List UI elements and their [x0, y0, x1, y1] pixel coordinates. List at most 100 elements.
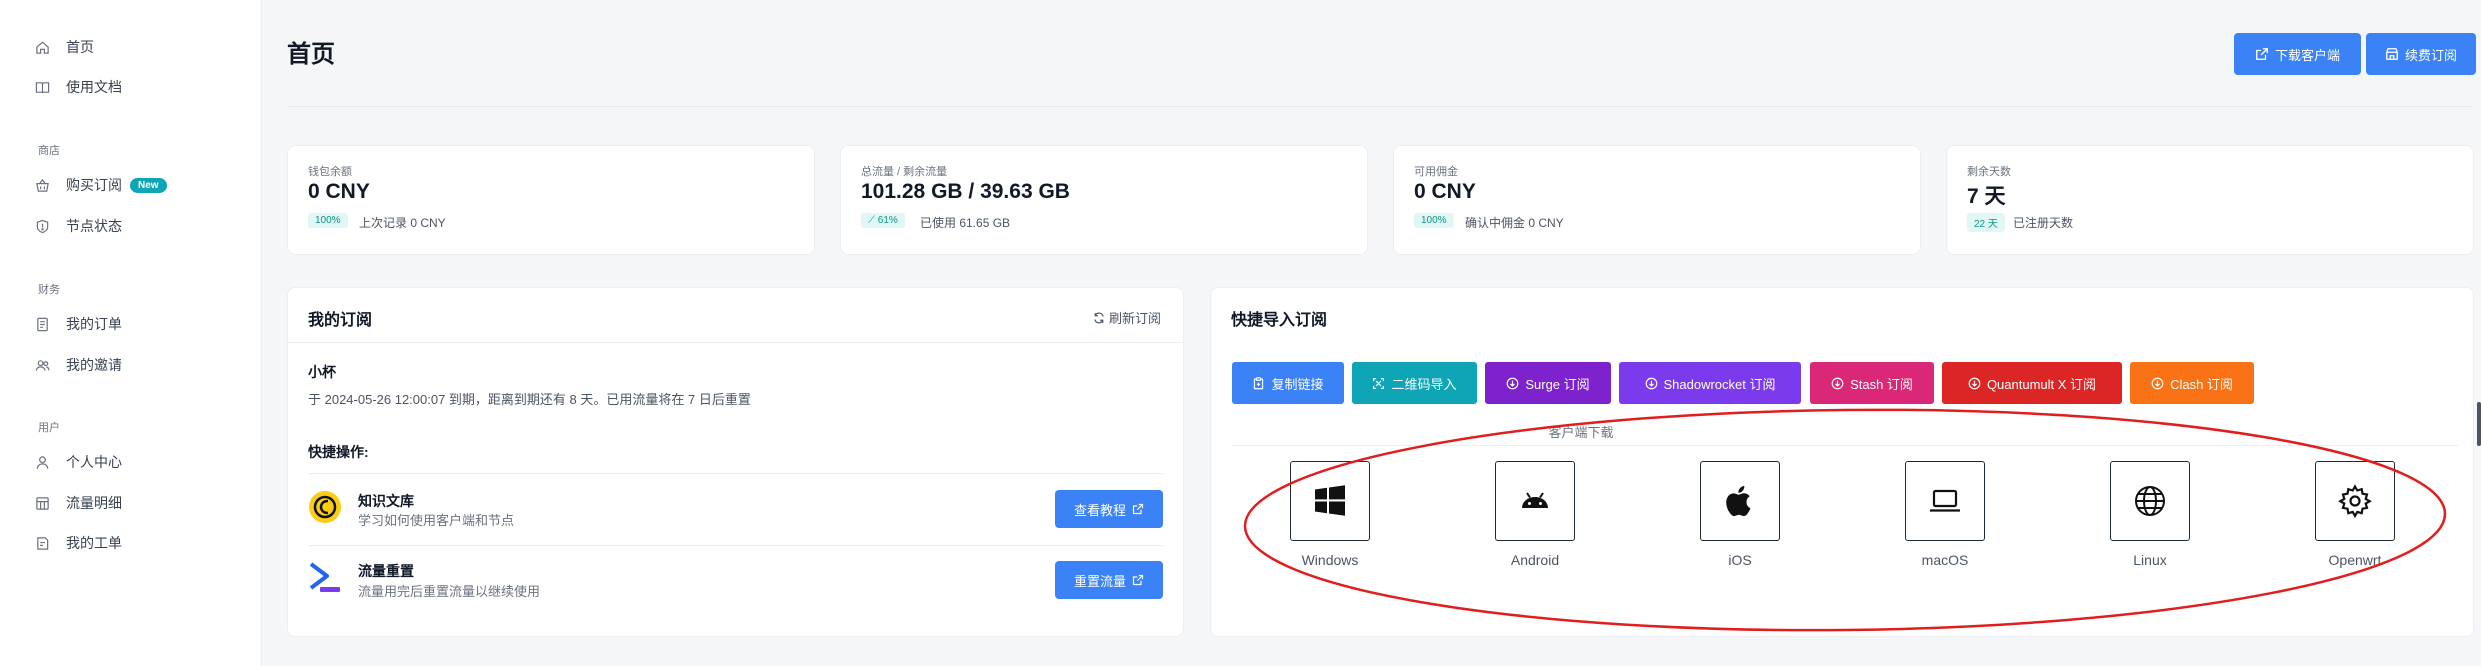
sidebar-item-traffic[interactable]: 流量明细: [34, 492, 122, 514]
shadowrocket-subscribe-label: Shadowrocket 订阅: [1663, 376, 1776, 392]
stat-badge-text: 61%: [877, 215, 898, 226]
traffic-reset-icon: [309, 562, 340, 592]
sidebar-item-home[interactable]: 首页: [34, 36, 94, 58]
quick-import-title: 快捷导入订阅: [1231, 312, 1328, 329]
knowledge-base-title: 知识文库: [358, 493, 414, 509]
subscription-title: 我的订阅: [308, 312, 373, 329]
windows-icon: [1315, 485, 1345, 516]
store-icon: [2386, 48, 2398, 60]
sidebar-item-tickets[interactable]: 我的工单: [34, 532, 122, 554]
stat-note: 已注册天数: [2013, 216, 2074, 230]
stat-card-wallet: 钱包余额 0 CNY 100% 上次记录 0 CNY: [287, 145, 815, 255]
sidebar-item-label: 我的邀请: [66, 357, 122, 373]
scrollbar-thumb[interactable]: [2477, 402, 2481, 446]
sidebar-item-label: 我的订单: [66, 316, 122, 332]
sidebar: 首页 使用文档 商店 购买订阅 New 节点状态 财务 我的订单 我的邀请 用户…: [0, 0, 262, 666]
stat-value: 7 天: [1967, 185, 2006, 208]
download-ios-button[interactable]: [1700, 461, 1780, 541]
stat-badge: 100%: [308, 213, 348, 228]
external-link-icon: [1132, 574, 1144, 586]
qrcode-icon: [1373, 377, 1385, 389]
view-tutorial-button[interactable]: 查看教程: [1055, 490, 1163, 528]
client-label-macos: macOS: [1921, 552, 1969, 568]
sidebar-item-label: 购买订阅: [66, 177, 122, 193]
download-windows-button[interactable]: [1290, 461, 1370, 541]
client-label-openwrt: Openwrt: [2328, 552, 2382, 568]
refresh-icon: [1094, 312, 1104, 323]
stat-label: 剩余天数: [1967, 166, 2011, 178]
clipboard-icon: [1254, 376, 1264, 389]
knowledge-base-icon: [309, 491, 341, 523]
sidebar-item-label: 流量明细: [66, 495, 122, 511]
sidebar-section-user: 用户: [38, 422, 60, 434]
qrcode-import-button[interactable]: 二维码导入: [1352, 362, 1477, 404]
download-openwrt-button[interactable]: [2315, 461, 2395, 541]
traffic-reset-desc: 流量用完后重置流量以继续使用: [358, 584, 541, 599]
reset-traffic-label: 重置流量: [1073, 573, 1126, 589]
stash-subscribe-label: Stash 订阅: [1850, 376, 1913, 392]
shield-icon: [34, 218, 50, 234]
download-linux-button[interactable]: [2110, 461, 2190, 541]
ticket-icon: [34, 535, 50, 551]
header-divider: [287, 106, 2473, 107]
android-icon: [1522, 492, 1548, 508]
sidebar-item-label: 使用文档: [66, 79, 122, 95]
qrcode-import-label: 二维码导入: [1391, 376, 1457, 392]
stat-badge: 100%: [1414, 213, 1454, 228]
renew-subscription-button[interactable]: 续费订阅: [2366, 33, 2476, 75]
subscription-panel: 我的订阅 刷新订阅 小杯 于 2024-05-26 12:00:07 到期，距离…: [287, 287, 1184, 637]
sidebar-item-label: 节点状态: [66, 218, 122, 234]
stat-label: 可用佣金: [1414, 166, 1458, 178]
download-icon: [1831, 377, 1844, 389]
knowledge-base-desc: 学习如何使用客户端和节点: [358, 513, 515, 528]
stat-note: 上次记录 0 CNY: [359, 216, 446, 230]
sidebar-item-buy[interactable]: 购买订阅 New: [34, 174, 167, 196]
gear-icon: [2338, 484, 2372, 518]
sidebar-item-nodes[interactable]: 节点状态: [34, 215, 122, 237]
basket-icon: [34, 177, 50, 193]
sidebar-item-docs[interactable]: 使用文档: [34, 76, 122, 98]
download-icon: [2151, 377, 2164, 389]
download-macos-button[interactable]: [1905, 461, 1985, 541]
sidebar-item-orders[interactable]: 我的订单: [34, 313, 122, 335]
download-client-button[interactable]: 下载客户端: [2234, 33, 2361, 75]
quantumult-subscribe-label: Quantumult X 订阅: [1986, 376, 2097, 392]
users-icon: [34, 357, 50, 373]
stat-badge: 22 天: [1967, 213, 2005, 232]
quick-actions-label: 快捷操作:: [308, 444, 369, 460]
client-label-windows: Windows: [1301, 552, 1359, 568]
client-download-divider: [1232, 445, 2458, 446]
apple-icon: [1726, 485, 1751, 517]
download-icon: [1645, 377, 1657, 389]
stat-card-commission: 可用佣金 0 CNY 100% 确认中佣金 0 CNY: [1393, 145, 1921, 255]
plan-expiry-info: 于 2024-05-26 12:00:07 到期，距离到期还有 8 天。已用流量…: [308, 392, 751, 407]
book-icon: [34, 79, 50, 95]
stat-value: 101.28 GB / 39.63 GB: [861, 180, 1070, 203]
surge-subscribe-label: Surge 订阅: [1525, 376, 1590, 392]
client-label-linux: Linux: [2133, 552, 2167, 568]
stash-subscribe-button[interactable]: Stash 订阅: [1810, 362, 1934, 404]
document-icon: [34, 316, 50, 332]
stat-card-traffic: 总流量 / 剩余流量 101.28 GB / 39.63 GB ⟋ 61% 已使…: [840, 145, 1368, 255]
refresh-label: 刷新订阅: [1108, 311, 1161, 326]
sidebar-item-label: 个人中心: [66, 454, 122, 470]
quantumult-subscribe-button[interactable]: Quantumult X 订阅: [1942, 362, 2122, 404]
sidebar-item-profile[interactable]: 个人中心: [34, 451, 122, 473]
globe-icon: [2135, 486, 2165, 516]
sidebar-item-label: 我的工单: [66, 535, 122, 551]
download-android-button[interactable]: [1495, 461, 1575, 541]
clash-subscribe-button[interactable]: Clash 订阅: [2130, 362, 2254, 404]
shadowrocket-subscribe-button[interactable]: Shadowrocket 订阅: [1619, 362, 1801, 404]
panel-divider: [288, 342, 1183, 343]
refresh-subscription-button[interactable]: 刷新订阅: [1093, 308, 1161, 327]
stat-note: 已使用 61.65 GB: [920, 216, 1011, 230]
copy-link-button[interactable]: 复制链接: [1232, 362, 1344, 404]
surge-subscribe-button[interactable]: Surge 订阅: [1485, 362, 1611, 404]
client-download-title: 客户端下载: [1548, 425, 1614, 440]
stat-badge-traffic: ⟋ 61%: [861, 213, 905, 228]
sidebar-item-invite[interactable]: 我的邀请: [34, 354, 122, 376]
page-title: 首页: [287, 41, 335, 68]
clash-subscribe-label: Clash 订阅: [2170, 376, 2233, 392]
reset-traffic-button[interactable]: 重置流量: [1055, 561, 1163, 599]
client-label-android: Android: [1510, 552, 1560, 568]
